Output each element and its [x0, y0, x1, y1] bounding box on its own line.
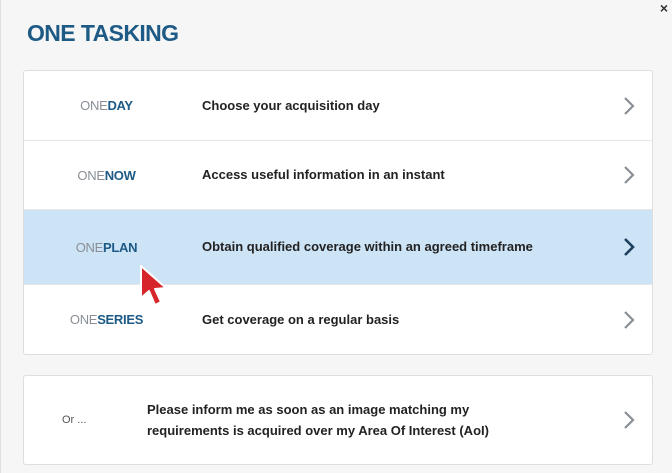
- option-one-day[interactable]: ONE DAY Choose your acquisition day: [24, 71, 652, 141]
- option-description: Choose your acquisition day: [202, 97, 380, 113]
- option-description: Access useful information in an instant: [202, 167, 445, 182]
- one-tasking-dialog: × ONE TASKING ONE DAY Choose your acquisi…: [0, 0, 672, 473]
- one-plan-logo: ONE PLAN: [75, 239, 138, 255]
- one-now-logo: ONE NOW: [77, 167, 136, 183]
- or-prefix: Or ...: [62, 414, 87, 426]
- one-series-logo: ONE SERIES: [69, 312, 144, 327]
- aoi-option[interactable]: Or ... Please inform me as soon as an im…: [23, 375, 653, 465]
- tasking-options-list: ONE DAY Choose your acquisition day ONE NO…: [23, 70, 653, 355]
- aoi-description: Please inform me as soon as an image mat…: [147, 402, 489, 438]
- one-day-logo: ONE DAY: [80, 98, 133, 113]
- chevron-right-icon[interactable]: [622, 309, 636, 331]
- chevron-right-icon[interactable]: [622, 236, 636, 258]
- page-title: ONE TASKING: [27, 20, 179, 46]
- chevron-right-icon[interactable]: [622, 409, 636, 431]
- chevron-right-icon[interactable]: [622, 164, 636, 186]
- chevron-right-icon[interactable]: [622, 95, 636, 117]
- option-one-now[interactable]: ONE NOW Access useful information in an i…: [24, 141, 652, 210]
- option-description: Obtain qualified coverage within an agre…: [202, 239, 533, 254]
- option-one-series[interactable]: ONE SERIES Get coverage on a regular basi…: [24, 285, 652, 354]
- close-icon[interactable]: ×: [660, 1, 668, 15]
- option-description: Get coverage on a regular basis: [202, 311, 400, 327]
- option-one-plan[interactable]: ONE PLAN Obtain qualified coverage within…: [24, 210, 652, 285]
